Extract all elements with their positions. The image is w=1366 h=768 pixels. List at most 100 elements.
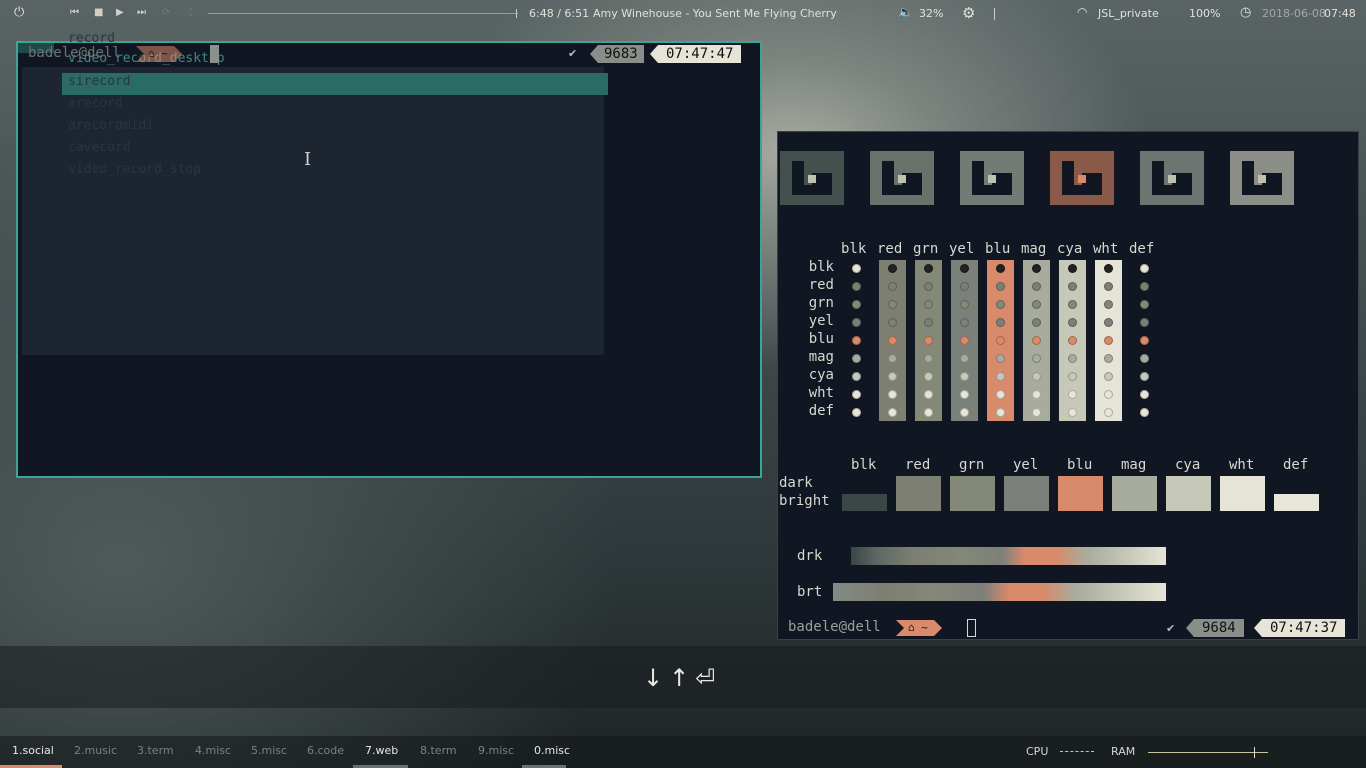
workspace-6[interactable]: 6.code — [307, 744, 344, 757]
status-check-icon: ✔ — [1166, 622, 1176, 635]
status-check-icon: ✔ — [568, 47, 578, 60]
cpu-graph — [1060, 751, 1094, 752]
smiley-icon — [1140, 336, 1149, 345]
terminal-window-active[interactable]: record video_record_desktop sirecord are… — [16, 31, 762, 478]
ghost-selection — [62, 73, 608, 95]
workspace-9[interactable]: 9.misc — [478, 744, 514, 757]
volume-level[interactable]: 32% — [919, 7, 943, 20]
smiley-icon — [1032, 390, 1041, 399]
terminal-window-colortest[interactable]: blk blk red red grn grn yel yel blu blu mag mag cya c… — [777, 131, 1359, 640]
shuffle-icon[interactable]: ⤮ — [184, 7, 192, 18]
logo-mag-icon — [1230, 151, 1294, 205]
workspace-2[interactable]: 2.music — [74, 744, 117, 757]
wifi-icon[interactable]: ◠ — [1077, 5, 1087, 19]
row-label-mag: mag — [808, 349, 834, 365]
smiley-icon — [888, 318, 897, 327]
smiley-icon — [1068, 300, 1077, 309]
workspace-1[interactable]: 1.social — [12, 744, 54, 757]
col-header-cya: cya — [1057, 241, 1083, 257]
col-header-blk: blk — [841, 241, 867, 257]
col-header-mag: mag — [1021, 241, 1047, 257]
workspace-4[interactable]: 4.misc — [195, 744, 231, 757]
drk-label: drk — [797, 548, 823, 564]
smiley-icon — [1032, 354, 1041, 363]
row-label-blk: blk — [808, 259, 834, 275]
smiley-icon — [1104, 354, 1113, 363]
smiley-icon — [996, 282, 1005, 291]
speaker-icon[interactable]: 🔈 — [898, 5, 913, 19]
swatch-wht — [1220, 476, 1265, 511]
swatch-mag — [1112, 476, 1157, 511]
smiley-icon — [996, 408, 1005, 417]
network-name[interactable]: JSL_private — [1098, 7, 1159, 20]
segment-arrow — [650, 45, 658, 63]
time[interactable]: 07:48 — [1324, 7, 1356, 20]
smiley-icon — [852, 300, 861, 309]
previous-track-icon[interactable]: ⏮ — [70, 7, 79, 18]
smiley-icon — [1104, 282, 1113, 291]
smiley-icon — [852, 282, 861, 291]
prompt-path: ⌂ ~ — [896, 620, 942, 636]
ghost-line: cavecord — [68, 140, 131, 155]
smiley-icon — [1104, 300, 1113, 309]
track-progress-bar[interactable] — [208, 9, 518, 18]
smiley-icon — [1104, 318, 1113, 327]
power-icon[interactable]: ⏻ — [14, 5, 24, 20]
row-label-blu: blu — [808, 331, 834, 347]
workspace-8[interactable]: 8.term — [420, 744, 457, 757]
smiley-icon — [1140, 300, 1149, 309]
col-header-yel: yel — [949, 241, 975, 257]
smiley-icon — [1068, 390, 1077, 399]
next-track-icon[interactable]: ⏭ — [137, 7, 146, 18]
gear-icon[interactable]: ⚙ — [962, 4, 975, 22]
logo-red-icon — [870, 151, 934, 205]
track-progress-knob[interactable] — [516, 9, 517, 18]
prompt-user: badele@dell — [28, 45, 121, 61]
text-cursor — [210, 45, 219, 63]
smiley-icon — [1140, 318, 1149, 327]
smiley-icon — [852, 336, 861, 345]
smiley-icon — [960, 372, 969, 381]
smiley-icon — [888, 336, 897, 345]
workspace-5[interactable]: 5.misc — [251, 744, 287, 757]
date[interactable]: 2018-06-08 — [1262, 7, 1326, 20]
smiley-icon — [1032, 264, 1041, 273]
smiley-icon — [924, 264, 933, 273]
ghost-line: arecordmidi — [68, 118, 155, 133]
smiley-icon — [888, 282, 897, 291]
smiley-icon — [1032, 318, 1041, 327]
logo-grn-icon — [960, 151, 1024, 205]
smiley-icon — [996, 372, 1005, 381]
smiley-icon — [1032, 300, 1041, 309]
smiley-icon — [960, 264, 969, 273]
smiley-icon — [924, 336, 933, 345]
smiley-icon — [996, 390, 1005, 399]
swatch-header-yel: yel — [1013, 457, 1039, 473]
col-header-def: def — [1129, 241, 1155, 257]
cpu-label: CPU — [1026, 745, 1049, 758]
ram-meter — [1148, 747, 1268, 758]
workspace-7[interactable]: 7.web — [365, 744, 398, 757]
smiley-icon — [924, 354, 933, 363]
workspace-10[interactable]: 0.misc — [534, 744, 570, 757]
smiley-icon — [996, 264, 1005, 273]
smiley-icon — [1032, 408, 1041, 417]
workspace-3[interactable]: 3.term — [137, 744, 174, 757]
ram-meter-knob — [1254, 747, 1255, 758]
smiley-icon — [960, 336, 969, 345]
repeat-icon[interactable]: ⟳ — [162, 7, 170, 18]
col-header-grn: grn — [913, 241, 939, 257]
smiley-icon — [888, 372, 897, 381]
smiley-icon — [960, 300, 969, 309]
smiley-icon — [996, 354, 1005, 363]
smiley-icon — [1068, 372, 1077, 381]
stop-icon[interactable]: ■ — [94, 7, 103, 18]
play-icon[interactable]: ▶ — [116, 7, 124, 18]
smiley-icon — [1104, 390, 1113, 399]
smiley-icon — [852, 408, 861, 417]
smiley-icon — [888, 390, 897, 399]
smiley-icon — [1104, 372, 1113, 381]
segment-arrow — [590, 45, 598, 63]
ghost-line: sirecord — [68, 74, 131, 89]
key-hint-glyphs: ↓↑⏎ — [643, 664, 722, 692]
